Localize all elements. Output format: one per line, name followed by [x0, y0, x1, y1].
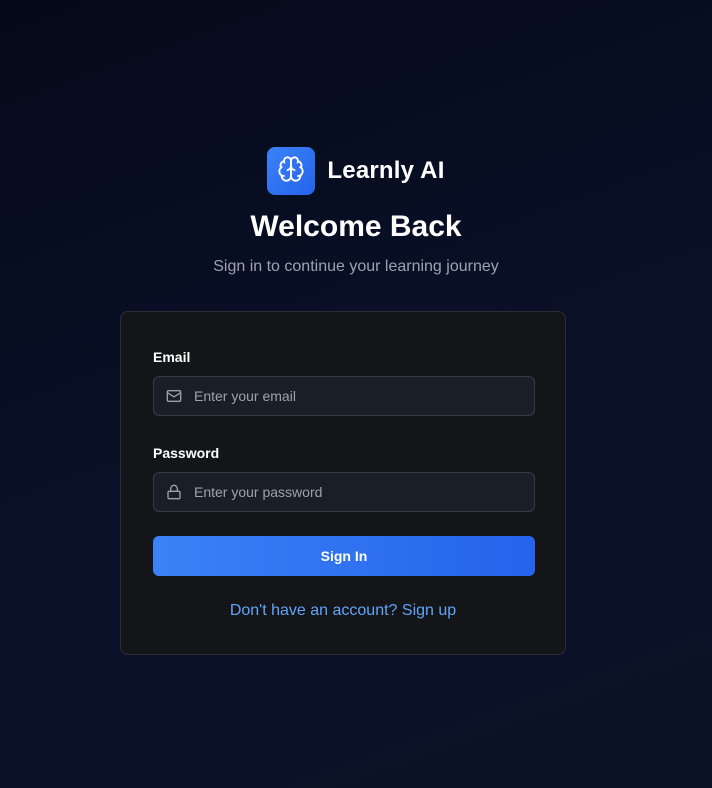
page-title: Welcome Back [250, 210, 462, 243]
brand-name: Learnly AI [327, 157, 445, 184]
brain-icon [277, 155, 305, 188]
lock-icon [166, 484, 182, 500]
brand-header: Learnly AI [0, 147, 712, 195]
mail-icon [166, 388, 182, 404]
email-label: Email [153, 349, 191, 365]
sign-up-link[interactable]: Don't have an account? Sign up [121, 602, 565, 620]
logo [267, 147, 316, 195]
password-input[interactable] [194, 473, 534, 511]
login-card: Email Password Sign In Don't have an acc… [120, 311, 566, 655]
sign-in-button[interactable]: Sign In [153, 536, 535, 576]
password-field-wrapper[interactable] [153, 472, 535, 512]
email-input[interactable] [194, 377, 534, 415]
email-field-wrapper[interactable] [153, 376, 535, 416]
page-subtitle: Sign in to continue your learning journe… [213, 258, 499, 275]
password-label: Password [153, 445, 220, 461]
